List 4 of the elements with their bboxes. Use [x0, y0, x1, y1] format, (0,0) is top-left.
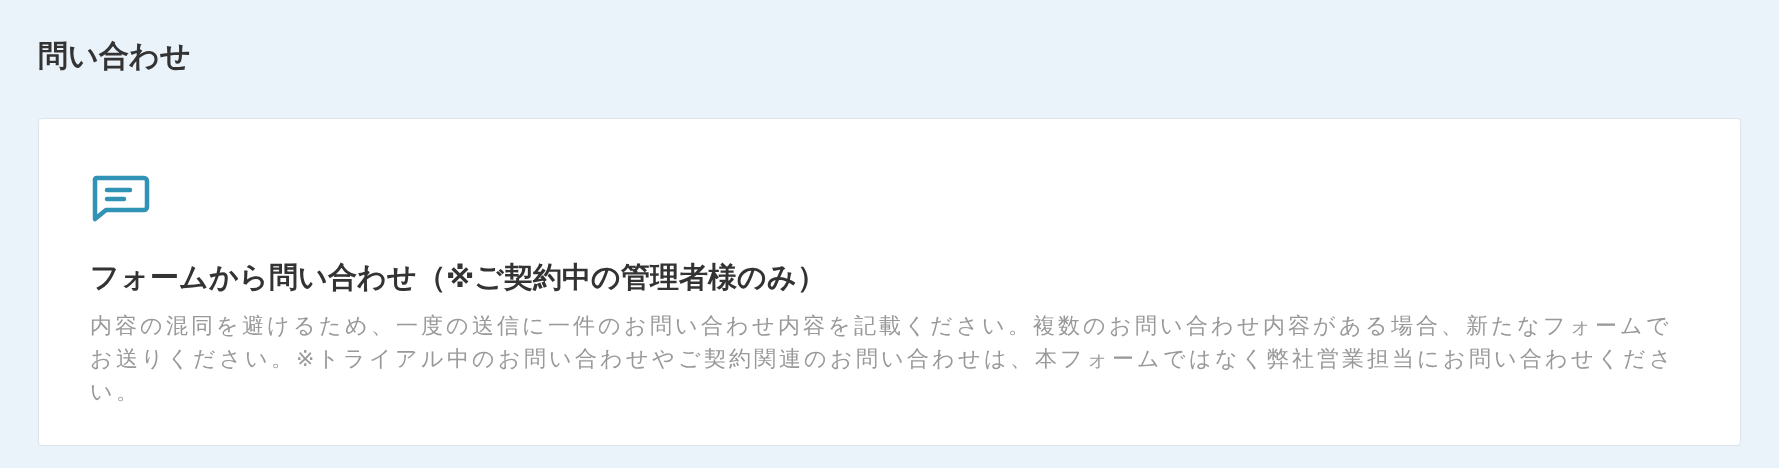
page-title: 問い合わせ	[38, 37, 191, 75]
card-description: 内容の混同を避けるため、一度の送信に一件のお問い合わせ内容を記載ください。複数のお問い合わせ内容がある場合、新たなフォームでお送りください。※トライアル中のお問い合わせやご契約関連のお問い合わせは、本フォームではなく弊社営業担当にお問い合わせください。	[90, 312, 1677, 406]
chat-icon	[90, 175, 150, 223]
card-heading: フォームから問い合わせ（※ご契約中の管理者様のみ）	[90, 259, 827, 296]
